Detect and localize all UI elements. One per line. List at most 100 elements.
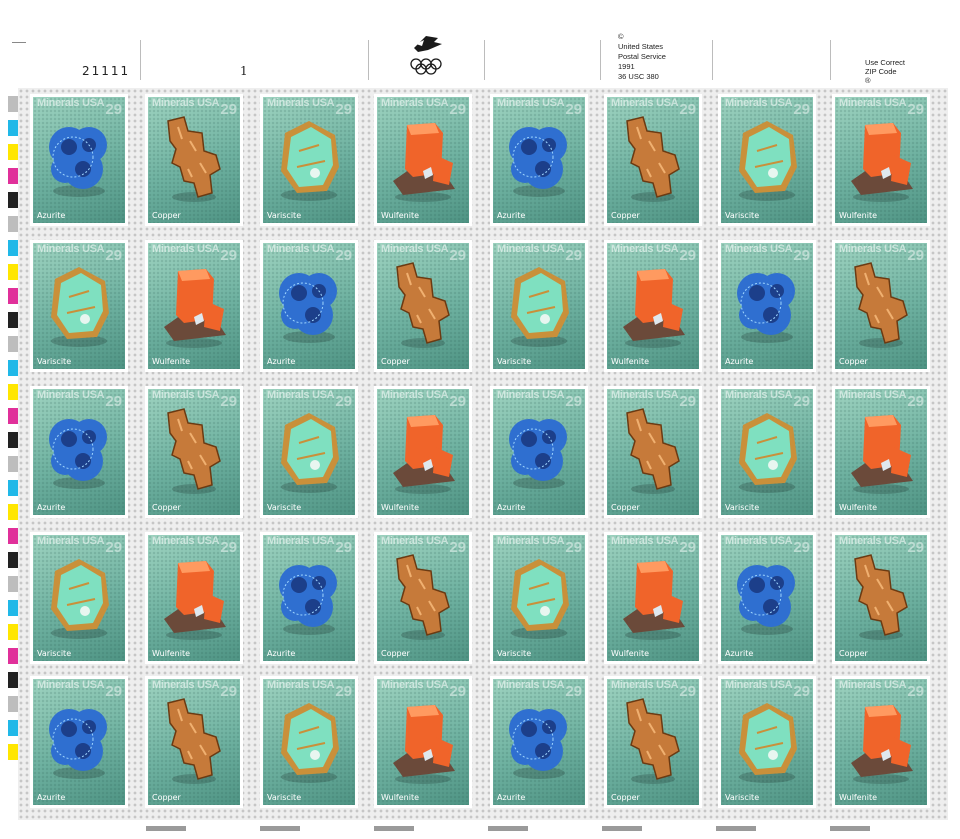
azurite-mineral-icon bbox=[737, 565, 795, 635]
registration-color-bar bbox=[8, 408, 18, 424]
stamp-face: Minerals USA 29 Azurite bbox=[493, 679, 585, 805]
stamp-header: Minerals USA bbox=[381, 243, 449, 255]
stamp-header: Minerals USA bbox=[497, 243, 565, 255]
variscite-mineral-icon bbox=[739, 703, 797, 783]
wulfenite-mineral-icon bbox=[851, 705, 913, 784]
stamp-face: Minerals USA 29 Copper bbox=[607, 389, 699, 515]
azurite-mineral-icon bbox=[509, 127, 567, 197]
variscite-mineral-icon bbox=[511, 267, 569, 347]
mineral-name-label: Variscite bbox=[497, 649, 532, 658]
selvage-fold-line bbox=[484, 40, 485, 80]
wulfenite-mineral-icon bbox=[393, 123, 455, 202]
stamp-wulfenite: Minerals USA 29 Wulfenite bbox=[832, 676, 930, 808]
corner-crop-mark bbox=[12, 42, 26, 43]
stamp-variscite: Minerals USA 29 Variscite bbox=[718, 386, 816, 518]
registration-color-bar bbox=[8, 480, 18, 496]
mineral-name-label: Azurite bbox=[497, 503, 526, 512]
stamp-wulfenite: Minerals USA 29 Wulfenite bbox=[374, 386, 472, 518]
stamp-face: Minerals USA 29 Variscite bbox=[493, 535, 585, 661]
zip-line: Use Correct bbox=[865, 58, 906, 67]
mineral-name-label: Variscite bbox=[267, 793, 302, 802]
stamp-header: Minerals USA bbox=[725, 97, 793, 109]
copyright-line: © bbox=[618, 32, 624, 41]
selvage-fold-line bbox=[368, 40, 369, 80]
mineral-name-label: Copper bbox=[152, 503, 181, 512]
plate-mark: 1 bbox=[240, 64, 248, 78]
stamp-variscite: Minerals USA 29 Variscite bbox=[490, 240, 588, 372]
copyright-line: Postal Service bbox=[618, 52, 666, 61]
registration-color-bar bbox=[8, 600, 18, 616]
stamp-azurite: Minerals USA 29 Azurite bbox=[260, 240, 358, 372]
stamp-header: Minerals USA bbox=[152, 679, 220, 691]
stamp-face: Minerals USA 29 Copper bbox=[148, 97, 240, 223]
stamp-header: Minerals USA bbox=[839, 389, 907, 401]
stamp-azurite: Minerals USA 29 Azurite bbox=[30, 676, 128, 808]
mineral-name-label: Variscite bbox=[267, 503, 302, 512]
mineral-name-label: Copper bbox=[152, 211, 181, 220]
stamp-face: Minerals USA 29 Copper bbox=[377, 243, 469, 369]
stamp-header: Minerals USA bbox=[267, 389, 335, 401]
stamp-face: Minerals USA 29 Variscite bbox=[721, 389, 813, 515]
stamp-header: Minerals USA bbox=[152, 97, 220, 109]
stamp-face: Minerals USA 29 Wulfenite bbox=[377, 679, 469, 805]
stamp-header: Minerals USA bbox=[839, 97, 907, 109]
stamp-azurite: Minerals USA 29 Azurite bbox=[490, 386, 588, 518]
stamp-face: Minerals USA 29 Copper bbox=[377, 535, 469, 661]
stamp-header: Minerals USA bbox=[497, 535, 565, 547]
registration-color-bar bbox=[8, 264, 18, 280]
stamp-face: Minerals USA 29 Copper bbox=[835, 535, 927, 661]
registration-color-bar bbox=[8, 288, 18, 304]
mineral-name-label: Wulfenite bbox=[381, 793, 420, 802]
stamp-header: Minerals USA bbox=[381, 679, 449, 691]
registration-color-bar bbox=[8, 312, 18, 328]
registration-color-bar bbox=[8, 504, 18, 520]
stamp-face: Minerals USA 29 Variscite bbox=[263, 679, 355, 805]
stamp-header: Minerals USA bbox=[611, 389, 679, 401]
stamp-header: Minerals USA bbox=[267, 679, 335, 691]
variscite-mineral-icon bbox=[739, 121, 797, 201]
registration-color-bars bbox=[8, 96, 18, 768]
plate-number: 21111 bbox=[82, 64, 131, 78]
stamp-header: Minerals USA bbox=[152, 243, 220, 255]
stamp-face: Minerals USA 29 Variscite bbox=[263, 389, 355, 515]
azurite-mineral-icon bbox=[737, 273, 795, 343]
stamp-azurite: Minerals USA 29 Azurite bbox=[490, 676, 588, 808]
registration-color-bar bbox=[8, 576, 18, 592]
azurite-mineral-icon bbox=[49, 127, 107, 197]
mineral-name-label: Copper bbox=[611, 793, 640, 802]
mineral-name-label: Copper bbox=[152, 793, 181, 802]
wulfenite-mineral-icon bbox=[851, 415, 913, 494]
stamp-face: Minerals USA 29 Azurite bbox=[33, 97, 125, 223]
registration-color-bar bbox=[8, 456, 18, 472]
stamp-header: Minerals USA bbox=[611, 97, 679, 109]
registration-color-bar bbox=[8, 552, 18, 568]
bottom-selvage-mark bbox=[602, 826, 642, 831]
stamp-face: Minerals USA 29 Wulfenite bbox=[835, 389, 927, 515]
stamp-face: Minerals USA 29 Azurite bbox=[33, 679, 125, 805]
stamp-wulfenite: Minerals USA 29 Wulfenite bbox=[374, 94, 472, 226]
bottom-selvage-mark bbox=[488, 826, 528, 831]
variscite-mineral-icon bbox=[281, 703, 339, 783]
variscite-mineral-icon bbox=[51, 267, 109, 347]
stamp-header: Minerals USA bbox=[725, 389, 793, 401]
stamp-header: Minerals USA bbox=[37, 243, 105, 255]
stamp-face: Minerals USA 29 Variscite bbox=[263, 97, 355, 223]
stamp-header: Minerals USA bbox=[839, 243, 907, 255]
registration-color-bar bbox=[8, 168, 18, 184]
stamp-variscite: Minerals USA 29 Variscite bbox=[260, 94, 358, 226]
stamp-azurite: Minerals USA 29 Azurite bbox=[260, 532, 358, 664]
stamp-wulfenite: Minerals USA 29 Wulfenite bbox=[604, 532, 702, 664]
stamp-variscite: Minerals USA 29 Variscite bbox=[260, 676, 358, 808]
registration-color-bar bbox=[8, 144, 18, 160]
copyright-line: 36 USC 380 bbox=[618, 72, 659, 81]
mineral-name-label: Wulfenite bbox=[381, 503, 420, 512]
registration-color-bar bbox=[8, 672, 18, 688]
stamp-sheet: 21111 1 © United States Postal Service 1… bbox=[0, 0, 960, 839]
stamp-header: Minerals USA bbox=[381, 389, 449, 401]
stamp-header: Minerals USA bbox=[381, 97, 449, 109]
azurite-mineral-icon bbox=[279, 565, 337, 635]
stamp-face: Minerals USA 29 Copper bbox=[148, 679, 240, 805]
wulfenite-mineral-icon bbox=[623, 269, 685, 348]
mineral-name-label: Copper bbox=[839, 649, 868, 658]
selvage-fold-line bbox=[712, 40, 713, 80]
